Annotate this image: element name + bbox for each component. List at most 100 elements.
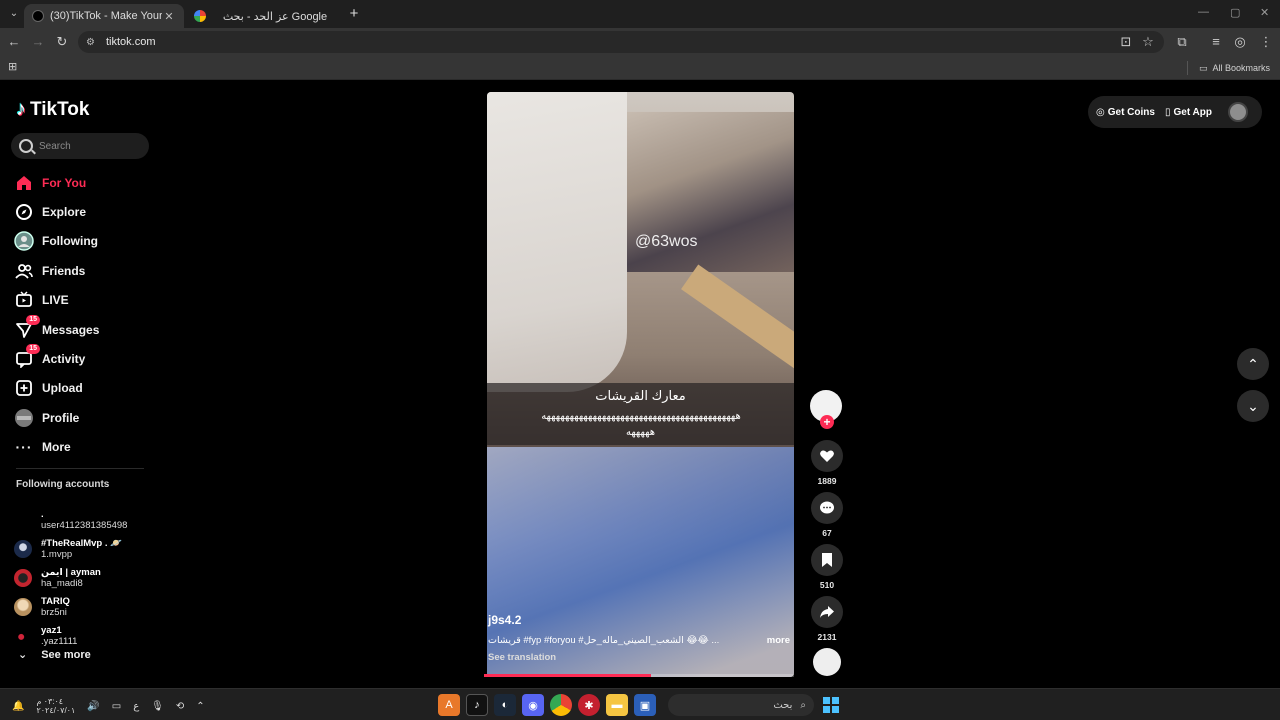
video-watermark: @63wos xyxy=(635,233,698,250)
close-window-icon[interactable]: ✕ xyxy=(1260,6,1269,19)
search-bar[interactable] xyxy=(11,133,149,159)
next-video-button[interactable]: ⌄ xyxy=(1237,390,1269,422)
get-coins-button[interactable]: ◎ Get Coins xyxy=(1096,107,1155,118)
comment-icon[interactable] xyxy=(811,492,843,524)
nav-live[interactable]: LIVE xyxy=(14,286,154,315)
nav-for-you[interactable]: For You xyxy=(14,168,154,197)
tab-google[interactable]: عز الحد - بحث Google xyxy=(186,4,346,28)
bookmark-icon[interactable] xyxy=(811,544,843,576)
tiktok-favicon-icon xyxy=(32,10,44,22)
minimize-icon[interactable]: — xyxy=(1198,6,1209,18)
more-button[interactable]: more xyxy=(767,635,790,646)
nav-friends[interactable]: Friends xyxy=(14,256,154,285)
account-item[interactable]: yaz1 .yaz1111 xyxy=(14,622,154,651)
video-meta: j9s4.2 قريشات #fyp #foryou #الشعب_الصيني… xyxy=(488,613,790,663)
nav-label: Messages xyxy=(42,322,100,337)
file-explorer-icon[interactable]: ▬ xyxy=(606,694,628,716)
tiktok-app-icon[interactable]: ♪ xyxy=(466,694,488,716)
account-item[interactable]: ايمن | ayman ha_madi8 xyxy=(14,563,154,592)
previous-video-button[interactable]: ⌃ xyxy=(1237,348,1269,380)
microphone-icon[interactable]: 🎙 xyxy=(151,701,164,712)
site-info-icon[interactable]: ⚙ xyxy=(86,37,100,48)
share-icon[interactable] xyxy=(811,596,843,628)
sync-icon[interactable]: ⟲ xyxy=(176,701,184,712)
account-item[interactable]: TARIQ brz5ni xyxy=(14,593,154,622)
share-action[interactable]: 2131 xyxy=(810,596,844,644)
taskbar-search[interactable]: بحث ⌕ xyxy=(668,694,814,716)
nav-messages[interactable]: 15 Messages xyxy=(14,314,154,344)
account-name: TARIQ xyxy=(41,596,70,608)
extensions-icon[interactable]: ⧉ xyxy=(1174,34,1190,50)
account-item[interactable]: . user4112381385498 xyxy=(14,505,154,534)
account-item[interactable]: #TheRealMvp . 🪐 1.mvpp xyxy=(14,534,154,563)
nav-label: LIVE xyxy=(42,293,69,308)
account-icon[interactable]: ◎ xyxy=(1232,34,1248,50)
chevron-up-icon: ⌃ xyxy=(1247,355,1259,372)
bookmark-star-icon[interactable]: ☆ xyxy=(1140,34,1156,50)
discord-icon[interactable]: ◉ xyxy=(522,694,544,716)
forward-arrow-icon[interactable]: → xyxy=(30,34,46,50)
avatar xyxy=(14,598,32,617)
media-controls-icon[interactable]: ≡ xyxy=(1208,34,1224,50)
heart-icon[interactable] xyxy=(811,440,843,472)
account-name: ايمن | ayman xyxy=(41,566,101,578)
new-tab-button[interactable]: + xyxy=(346,6,362,22)
creator-avatar[interactable]: + xyxy=(810,390,842,429)
compass-icon xyxy=(14,202,34,222)
chevron-up-icon[interactable]: ⌃ xyxy=(196,701,204,712)
start-button[interactable] xyxy=(823,697,839,713)
avatar xyxy=(14,627,32,646)
clock[interactable]: ٠٣:٠٤ م ٢٠٢٤/٠٧/٠١ xyxy=(36,697,75,715)
like-action[interactable]: 1889 xyxy=(810,440,844,488)
volume-icon[interactable]: 🔊 xyxy=(87,701,99,712)
comment-action[interactable]: 67 xyxy=(810,492,844,540)
tab-tiktok[interactable]: (30)TikTok - Make Your Day ✕ xyxy=(24,4,184,28)
follow-plus-icon[interactable]: + xyxy=(820,415,834,429)
music-disc-avatar[interactable] xyxy=(813,648,841,676)
notifications-icon[interactable]: 🔔 xyxy=(12,701,24,712)
tab-search-icon[interactable]: ⌄ xyxy=(6,6,22,22)
nav-following[interactable]: Following xyxy=(14,227,154,256)
browser-menu-icon[interactable]: ⋮ xyxy=(1258,34,1274,50)
network-icon[interactable]: ▭ xyxy=(112,701,121,712)
maximize-icon[interactable]: ▢ xyxy=(1230,6,1240,19)
profile-avatar-icon xyxy=(14,408,34,428)
video-player[interactable]: @63wos معارك القريشات هههههههههههههههههه… xyxy=(487,92,794,677)
apps-grid-icon[interactable]: ⊞ xyxy=(8,61,20,73)
close-tab-icon[interactable]: ✕ xyxy=(162,10,176,23)
search-input[interactable] xyxy=(39,140,139,152)
save-action[interactable]: 510 xyxy=(810,544,844,592)
app-icon[interactable]: A xyxy=(438,694,460,716)
red-app-icon[interactable]: ✱ xyxy=(578,694,600,716)
coin-icon: ◎ xyxy=(1096,106,1105,118)
chrome-icon[interactable] xyxy=(550,694,572,716)
avatar xyxy=(14,539,32,558)
profile-avatar[interactable] xyxy=(1228,102,1248,122)
back-arrow-icon[interactable]: ← xyxy=(6,34,22,50)
account-handle: 1.mvpp xyxy=(41,548,73,560)
video-progress-bar[interactable] xyxy=(484,674,794,677)
all-bookmarks-label: All Bookmarks xyxy=(1212,63,1270,73)
share-count: 2131 xyxy=(817,632,837,642)
steam-icon[interactable]: ◐ xyxy=(494,694,516,716)
video-description: قريشات #fyp #foryou #الشعب_الصيني_ماله_ح… xyxy=(488,635,720,646)
tiktok-logo[interactable]: ♪ TikTok xyxy=(16,98,89,121)
reload-icon[interactable]: ↻ xyxy=(54,34,70,50)
language-indicator[interactable]: ع xyxy=(133,701,139,712)
get-app-button[interactable]: ▯ Get App xyxy=(1165,107,1212,118)
nav-profile[interactable]: Profile xyxy=(14,403,154,432)
video-author[interactable]: j9s4.2 xyxy=(488,613,790,627)
phone-icon: ▯ xyxy=(1164,106,1171,118)
nav-upload[interactable]: Upload xyxy=(14,374,154,403)
store-icon[interactable]: ▣ xyxy=(634,694,656,716)
comment-count: 67 xyxy=(822,528,832,538)
install-app-icon[interactable]: ⊡ xyxy=(1118,34,1134,50)
see-more-button[interactable]: ⌄ See more xyxy=(18,648,91,662)
nav-activity[interactable]: 15 Activity xyxy=(14,344,154,373)
address-bar[interactable]: ⚙ tiktok.com xyxy=(78,31,1164,53)
nav-more[interactable]: ··· More xyxy=(14,433,154,462)
account-handle: user4112381385498 xyxy=(41,519,128,531)
see-translation-link[interactable]: See translation xyxy=(488,652,790,663)
nav-explore[interactable]: Explore xyxy=(14,197,154,226)
all-bookmarks-button[interactable]: ▭ All Bookmarks xyxy=(1186,61,1270,75)
